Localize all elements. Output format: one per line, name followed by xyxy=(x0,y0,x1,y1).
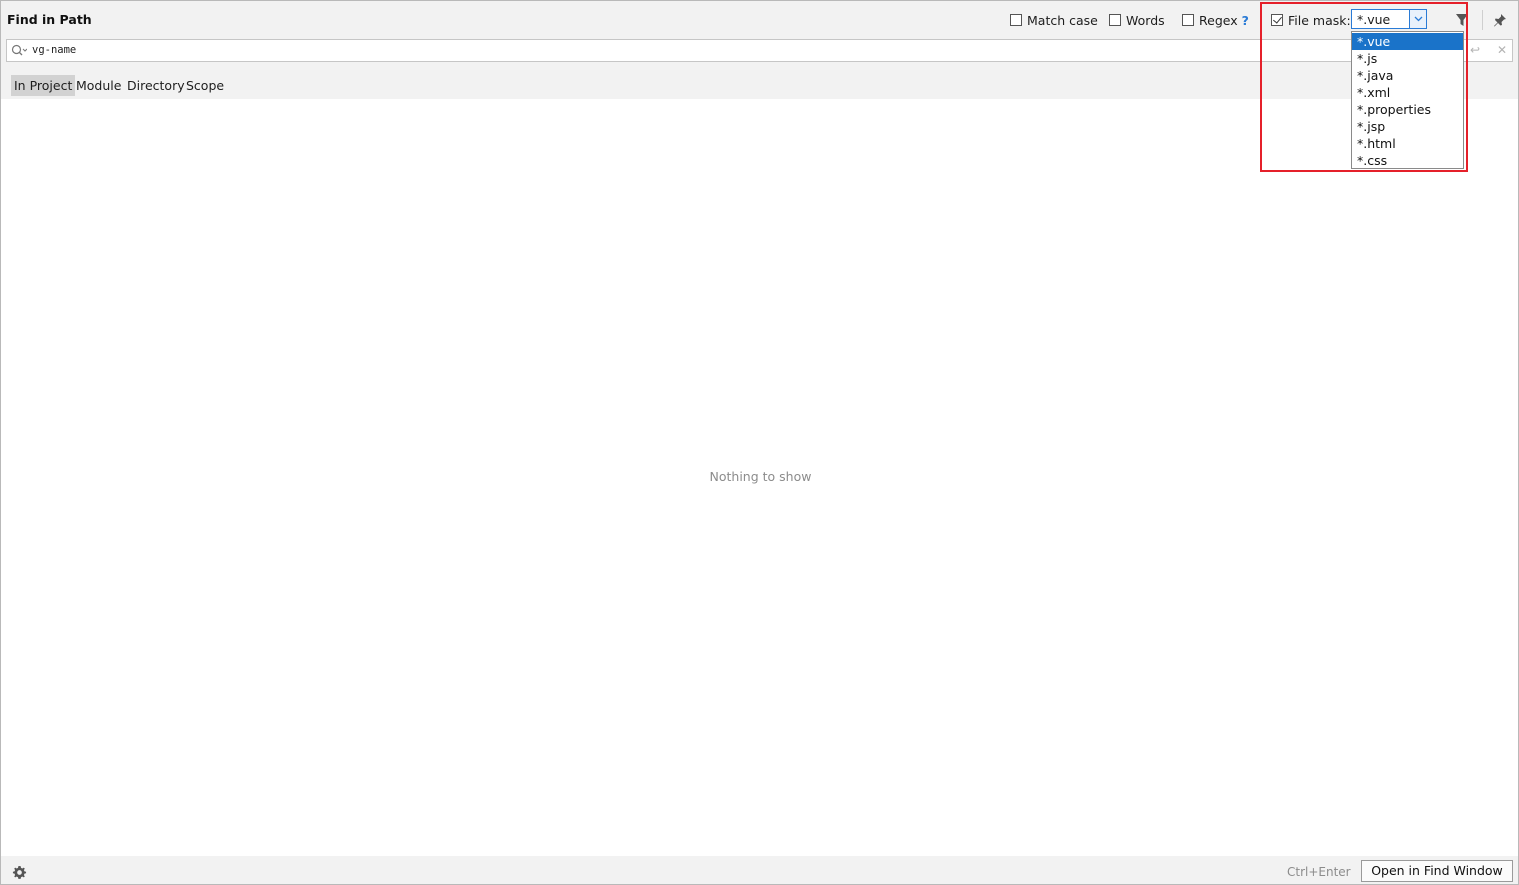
match-case-option[interactable]: Match case xyxy=(1010,11,1098,29)
words-checkbox[interactable] xyxy=(1109,14,1121,26)
open-in-find-window-button[interactable]: Open in Find Window xyxy=(1361,860,1513,882)
file-mask-label: File mask: xyxy=(1288,12,1351,28)
tab-directory[interactable]: Directory xyxy=(124,75,188,96)
toolbar-separator xyxy=(1482,10,1483,30)
words-option[interactable]: Words xyxy=(1109,11,1165,29)
open-shortcut-hint: Ctrl+Enter xyxy=(1287,865,1351,879)
find-in-path-window: Find in Path Match case Words Regex ? Fi… xyxy=(0,0,1519,885)
file-mask-dropdown: *.vue *.js *.java *.xml *.properties *.jsp *.h… xyxy=(1351,31,1464,169)
file-mask-option-item[interactable]: *.xml xyxy=(1352,84,1463,101)
search-history-icon[interactable] xyxy=(11,44,28,60)
empty-results-message: Nothing to show xyxy=(709,469,812,484)
file-mask-checkbox[interactable] xyxy=(1271,14,1283,26)
search-input[interactable]: vg-name ↩ ✕ xyxy=(6,39,1513,62)
newline-icon[interactable]: ↩ xyxy=(1470,43,1480,57)
file-mask-option-item[interactable]: *.js xyxy=(1352,50,1463,67)
file-mask-option-item[interactable]: *.html xyxy=(1352,135,1463,152)
regex-checkbox[interactable] xyxy=(1182,14,1194,26)
filter-icon[interactable] xyxy=(1453,11,1471,29)
file-mask-option[interactable]: File mask: xyxy=(1271,11,1351,29)
match-case-label: Match case xyxy=(1027,12,1098,28)
regex-label: Regex xyxy=(1199,12,1238,28)
regex-help-icon[interactable]: ? xyxy=(1242,13,1249,28)
tab-module[interactable]: Module xyxy=(73,75,124,96)
chevron-down-icon[interactable] xyxy=(1409,10,1426,28)
search-query: vg-name xyxy=(32,44,77,56)
clear-icon[interactable]: ✕ xyxy=(1497,43,1507,57)
regex-option[interactable]: Regex ? xyxy=(1182,11,1249,29)
file-mask-option-item[interactable]: *.java xyxy=(1352,67,1463,84)
pin-icon[interactable] xyxy=(1491,11,1509,29)
window-title: Find in Path xyxy=(7,12,92,27)
gear-icon[interactable] xyxy=(12,865,27,883)
tab-scope[interactable]: Scope xyxy=(183,75,227,96)
match-case-checkbox[interactable] xyxy=(1010,14,1022,26)
file-mask-option-item[interactable]: *.jsp xyxy=(1352,118,1463,135)
words-label: Words xyxy=(1126,12,1165,28)
file-mask-combo[interactable]: *.vue xyxy=(1351,9,1427,29)
file-mask-option-item[interactable]: *.css xyxy=(1352,152,1463,169)
file-mask-option-item[interactable]: *.vue xyxy=(1352,33,1463,50)
file-mask-option-item[interactable]: *.properties xyxy=(1352,101,1463,118)
file-mask-value: *.vue xyxy=(1357,12,1391,27)
tab-in-project[interactable]: In Project xyxy=(11,75,76,96)
